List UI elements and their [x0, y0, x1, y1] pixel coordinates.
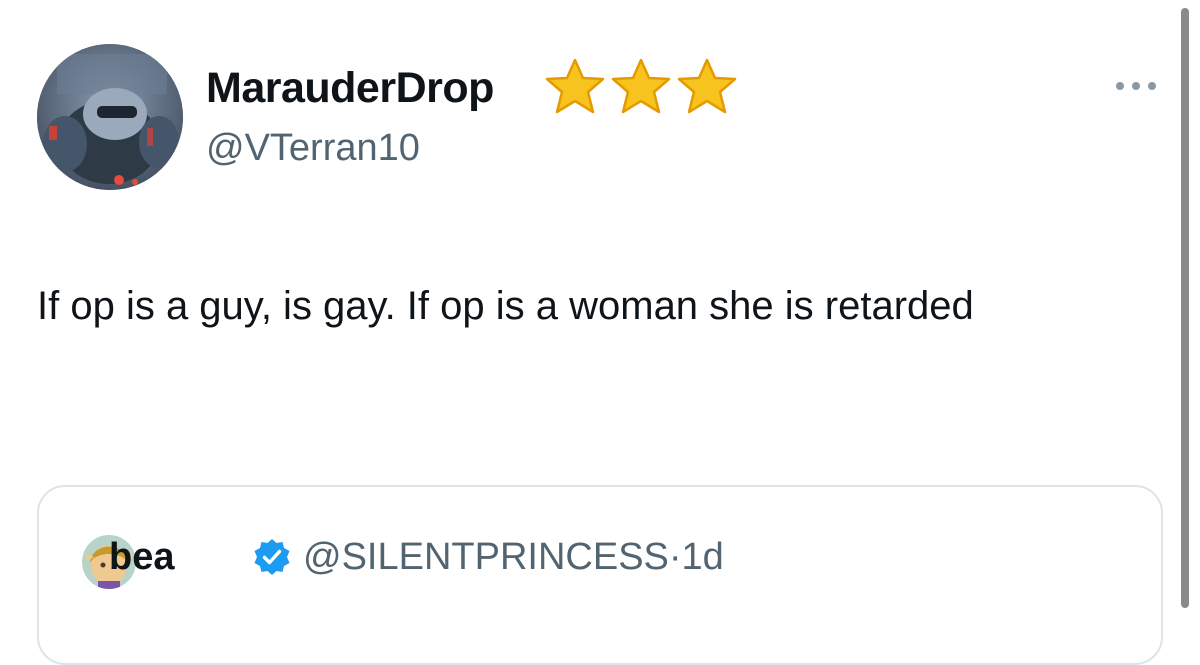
star-icon	[677, 58, 737, 114]
quoted-author-handle[interactable]: @SILENTPRINCESS	[303, 536, 669, 578]
quoted-tweet-timestamp[interactable]: 1d	[682, 536, 724, 578]
quoted-author-display-name[interactable]: bea	[109, 534, 174, 580]
more-horizontal-icon	[1116, 82, 1156, 90]
quoted-author-meta: @SILENTPRINCESS·1d	[303, 534, 724, 580]
tweet-text: If op is a guy, is gay. If op is a woman…	[37, 284, 974, 328]
meta-separator: ·	[668, 536, 682, 578]
author-display-name[interactable]: MarauderDrop	[206, 62, 494, 114]
author-name-badges	[543, 56, 739, 116]
more-options-button[interactable]	[1112, 72, 1160, 100]
star-icon	[545, 58, 605, 114]
author-avatar[interactable]	[37, 44, 183, 190]
verified-badge-icon	[254, 539, 290, 575]
star-icon	[611, 58, 671, 114]
scrollbar[interactable]	[1181, 8, 1189, 608]
tweet-card: MarauderDrop @VTerran10 If op is a guy, …	[0, 0, 1200, 665]
author-handle[interactable]: @VTerran10	[206, 125, 420, 171]
